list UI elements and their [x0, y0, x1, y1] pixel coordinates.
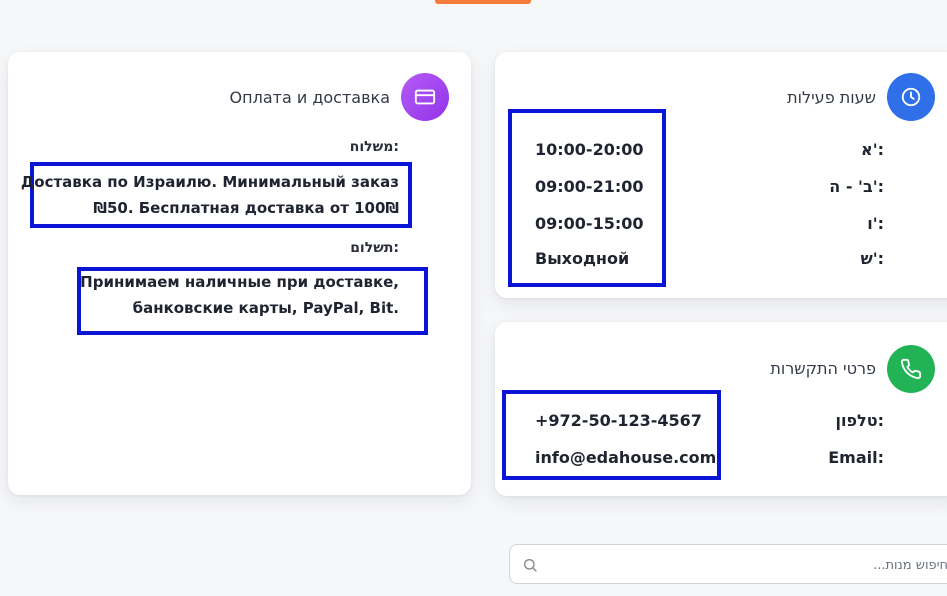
- shipping-highlight-box: [30, 162, 412, 228]
- phone-label: טלפון:: [835, 411, 884, 430]
- hours-time-value: 09:00-21:00: [535, 177, 644, 196]
- payment-card-title: Оплата и доставка: [229, 88, 390, 107]
- hours-day-label: ש':: [860, 249, 884, 268]
- hours-time-value: 09:00-15:00: [535, 214, 644, 233]
- payment-label: תשלום:: [350, 240, 399, 256]
- clock-icon: [887, 73, 935, 121]
- top-accent-bar: [435, 0, 531, 4]
- business-hours-card: שעות פעילות א': 10:00-20:00 ב' - ה': 09:…: [495, 52, 947, 298]
- phone-icon: [887, 345, 935, 393]
- payment-text-line-2: банковские карты, PayPal, Bit.: [132, 299, 399, 317]
- hours-time-value: Выходной: [535, 249, 630, 268]
- hours-day-label: ו':: [867, 214, 884, 233]
- hours-day-label: ב' - ה':: [829, 177, 884, 196]
- search-icon[interactable]: [522, 557, 538, 577]
- contact-card-title: פרטי התקשרות: [770, 359, 876, 378]
- shipping-text-line-1: Доставка по Израилю. Минимальный заказ: [20, 173, 399, 191]
- payment-delivery-card: Оплата и доставка משלוח: Доставка по Изр…: [8, 52, 471, 495]
- shipping-label: משלוח:: [349, 139, 399, 155]
- email-label: Email:: [828, 448, 884, 467]
- phone-value[interactable]: +972-50-123-4567: [535, 411, 702, 430]
- hours-card-title: שעות פעילות: [787, 88, 876, 107]
- contact-details-card: פרטי התקשרות טלפון: +972-50-123-4567 Ema…: [495, 322, 947, 496]
- dish-search-box: [509, 544, 947, 585]
- email-value[interactable]: info@edahouse.com: [535, 448, 716, 467]
- shipping-text-line-2: ₪50. Бесплатная доставка от 100₪: [93, 199, 399, 217]
- payment-text-line-1: Принимаем наличные при доставке,: [80, 273, 399, 291]
- hours-time-value: 10:00-20:00: [535, 140, 644, 159]
- credit-card-icon: [401, 73, 449, 121]
- hours-day-label: א':: [861, 140, 884, 159]
- search-input[interactable]: [546, 545, 947, 585]
